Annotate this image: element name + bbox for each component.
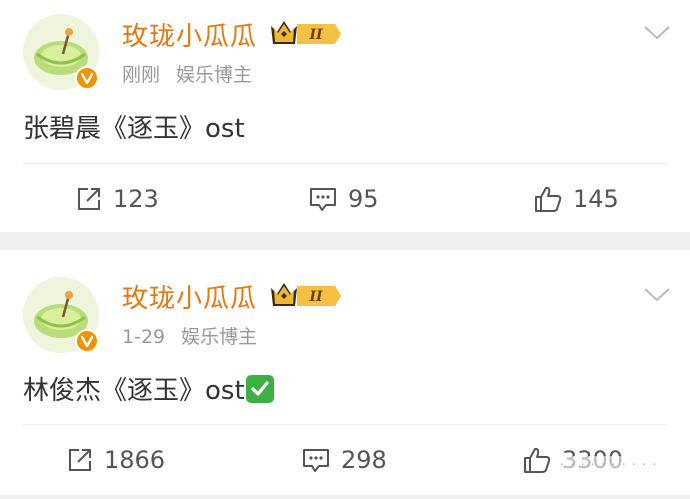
post-text: 张碧晨《逐玉》ost — [23, 114, 245, 144]
comment-button[interactable]: 95 — [308, 181, 379, 217]
avatar[interactable] — [23, 14, 99, 90]
crown-vip-badge-icon[interactable]: II — [269, 16, 343, 48]
comment-count: 95 — [348, 185, 379, 213]
comment-icon — [303, 449, 329, 472]
check-mark-button-icon — [245, 375, 274, 403]
post-meta: 刚刚 娱乐博主 — [122, 60, 252, 87]
post-meta: 1-29 娱乐博主 — [122, 322, 257, 349]
verified-badge-icon — [75, 329, 99, 353]
like-button[interactable]: 145 — [533, 181, 619, 217]
repost-count: 123 — [113, 185, 159, 213]
weibo-post[interactable]: 玫珑小瓜瓜 II 刚刚 娱乐博主 张碧晨《逐玉》ost 123 95 145 — [0, 0, 690, 232]
divider — [23, 424, 667, 425]
watermark: · · · · · · · · · · — [556, 456, 662, 475]
thumbs-up-icon — [535, 186, 562, 212]
chevron-down-icon[interactable] — [643, 286, 671, 304]
post-time: 刚刚 — [122, 64, 161, 86]
post-time: 1-29 — [122, 326, 166, 348]
share-icon — [78, 188, 100, 210]
comment-icon — [310, 188, 336, 211]
repost-button[interactable]: 123 — [75, 181, 159, 217]
share-icon — [69, 449, 91, 471]
avatar[interactable] — [23, 277, 99, 353]
vip-level-label: II — [308, 289, 323, 305]
crown-vip-badge-icon[interactable]: II — [269, 278, 343, 310]
username[interactable]: 玫珑小瓜瓜 — [122, 278, 257, 315]
chevron-down-icon[interactable] — [643, 24, 671, 42]
comment-count: 298 — [341, 446, 387, 474]
comment-button[interactable]: 298 — [301, 442, 387, 478]
user-tag: 娱乐博主 — [181, 326, 258, 348]
like-count: 145 — [573, 185, 619, 213]
repost-button[interactable]: 1866 — [66, 442, 165, 478]
username[interactable]: 玫珑小瓜瓜 — [122, 16, 257, 53]
post-text: 林俊杰《逐玉》ost — [23, 370, 274, 407]
repost-count: 1866 — [104, 446, 166, 474]
thumbs-up-icon — [524, 447, 551, 473]
post-text-content: 林俊杰《逐玉》ost — [23, 376, 245, 406]
user-tag: 娱乐博主 — [176, 64, 253, 86]
verified-badge-icon — [75, 66, 99, 90]
vip-level-label: II — [308, 27, 323, 43]
divider — [23, 163, 667, 164]
